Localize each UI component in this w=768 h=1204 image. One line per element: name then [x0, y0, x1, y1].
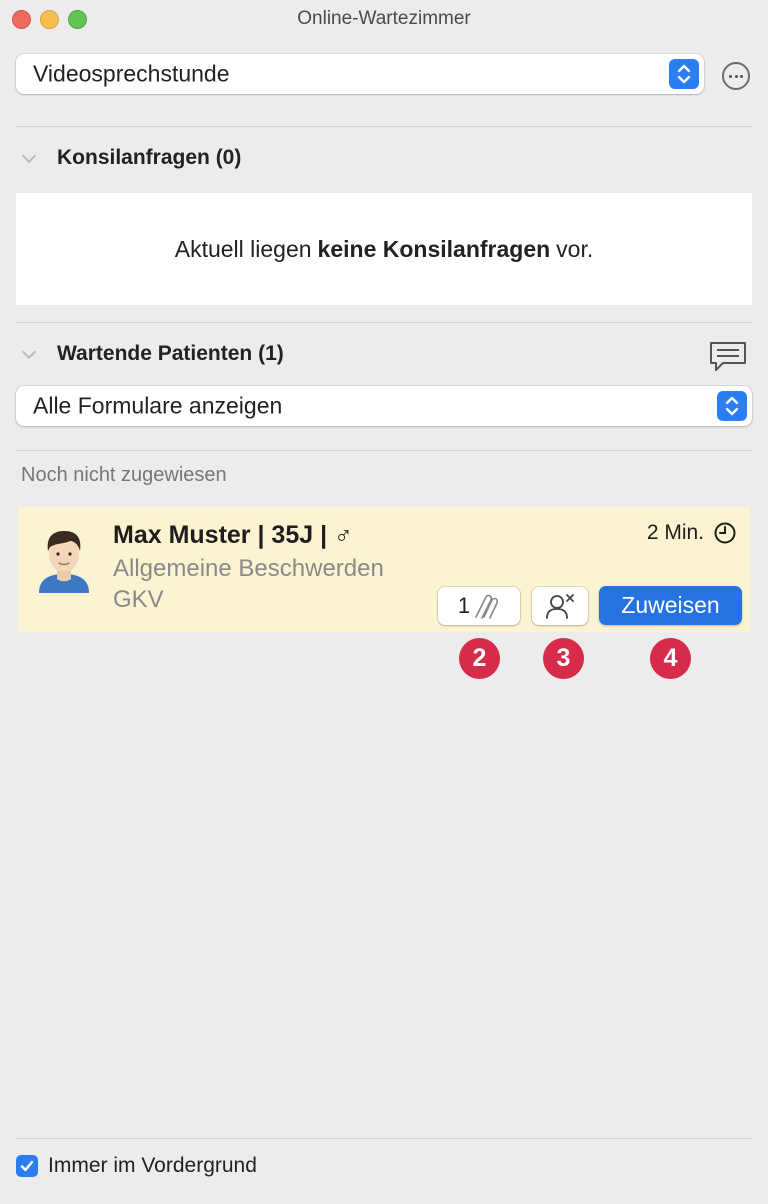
remove-person-icon	[546, 594, 574, 619]
checkmark-icon	[20, 1160, 34, 1172]
more-icon	[729, 75, 732, 78]
marker-badge: 3	[543, 638, 584, 679]
empty-text-bold: keine Konsilanfragen	[317, 235, 551, 262]
gender-male-icon: ♂	[334, 521, 353, 549]
always-on-top-checkbox[interactable]	[16, 1155, 38, 1177]
select-stepper-icon	[669, 59, 699, 89]
patient-name-line: Max Muster | 35J | ♂	[113, 521, 353, 550]
consultations-section-header[interactable]: Konsilanfragen (0)	[20, 146, 241, 170]
patient-reason: Allgemeine Beschwerden	[113, 555, 384, 582]
consultations-empty-panel: Aktuell liegen keine Konsilanfragen vor.	[16, 193, 752, 305]
divider	[16, 1138, 752, 1139]
divider	[16, 322, 752, 323]
more-icon	[740, 75, 743, 78]
waiting-section-header[interactable]: Wartende Patienten (1)	[20, 342, 284, 366]
form-filter-select[interactable]: Alle Formulare anzeigen	[16, 386, 752, 426]
always-on-top-label[interactable]: Immer im Vordergrund	[48, 1154, 257, 1178]
title-bar: Online-Wartezimmer	[0, 0, 768, 38]
room-select[interactable]: Videosprechstunde	[16, 54, 704, 94]
wait-time-value: 2 Min.	[646, 521, 704, 544]
chevron-down-icon	[21, 344, 37, 360]
select-stepper-icon	[717, 391, 747, 421]
waiting-header-label: Wartende Patienten (1)	[57, 342, 284, 365]
room-select-value: Videosprechstunde	[33, 60, 230, 87]
patient-name: Max Muster | 35J |	[113, 521, 328, 549]
divider	[16, 126, 752, 127]
marker-badge: 4	[650, 638, 691, 679]
attachments-button[interactable]: 1	[438, 587, 520, 625]
chevron-down-icon	[21, 148, 37, 164]
wait-time: 2 Min.	[647, 521, 736, 545]
empty-text-prefix: Aktuell liegen	[174, 235, 312, 262]
more-options-button[interactable]	[722, 62, 750, 90]
more-icon	[734, 75, 738, 78]
patient-avatar	[39, 531, 89, 593]
unassigned-group-label: Noch nicht zugewiesen	[21, 464, 227, 486]
clock-icon	[714, 522, 736, 544]
window-title: Online-Wartezimmer	[297, 8, 471, 29]
patient-card[interactable]: Max Muster | 35J | ♂ Allgemeine Beschwer…	[18, 507, 750, 632]
remove-patient-button[interactable]	[532, 587, 588, 625]
paperclip-icon	[475, 594, 499, 619]
attachment-count: 1	[457, 593, 471, 618]
divider	[16, 450, 752, 451]
assign-button[interactable]: Zuweisen	[599, 586, 742, 625]
empty-text-suffix: vor.	[556, 235, 594, 262]
patient-insurance: GKV	[113, 586, 164, 613]
chat-icon[interactable]	[709, 341, 747, 373]
consultations-header-label: Konsilanfragen (0)	[57, 146, 242, 169]
marker-badge: 2	[459, 638, 500, 679]
form-filter-value: Alle Formulare anzeigen	[33, 392, 283, 419]
